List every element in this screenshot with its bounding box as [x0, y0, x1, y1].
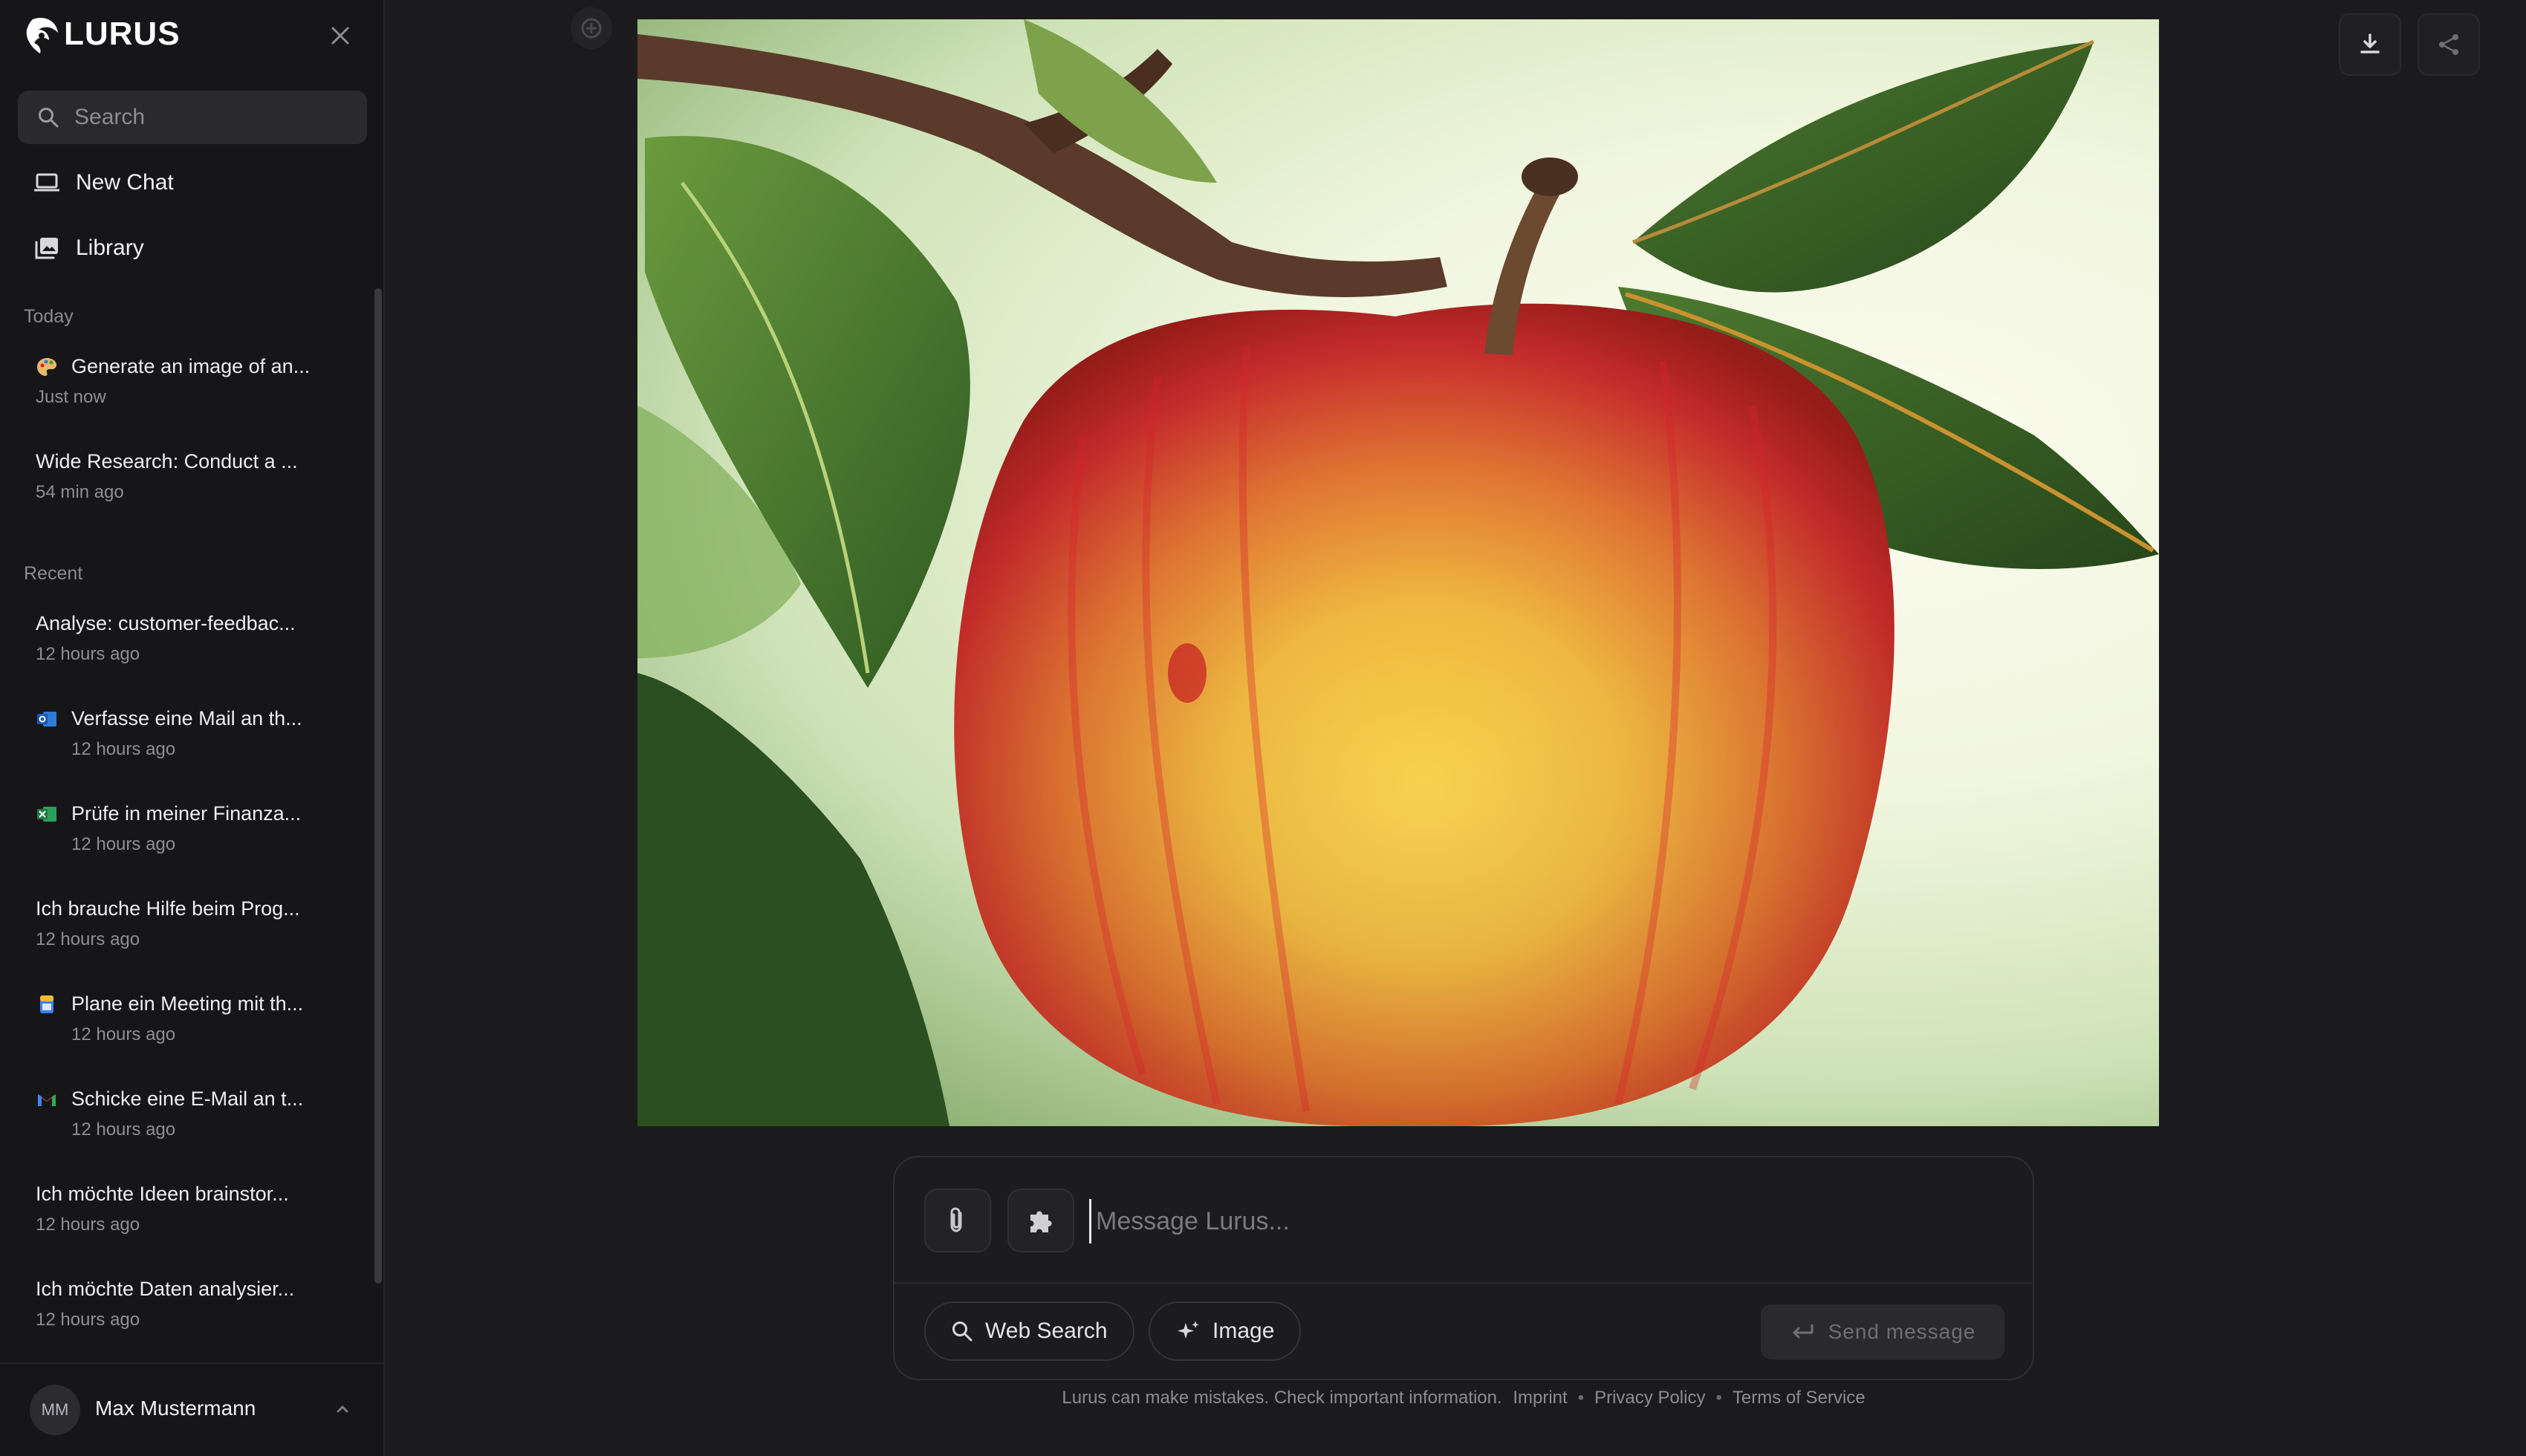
share-button-wrap — [2418, 13, 2480, 76]
chat-item[interactable]: Plane ein Meeting mit th... 12 hours ago — [36, 992, 348, 1045]
chat-item[interactable]: Generate an image of an... Just now — [36, 355, 348, 408]
message-input[interactable] — [1089, 1199, 1981, 1244]
message-composer: Web Search Image Send message — [893, 1156, 2034, 1380]
search-placeholder: Search — [74, 105, 146, 129]
lurus-logo-icon — [26, 18, 58, 53]
separator-dot: • — [1577, 1388, 1585, 1408]
send-message-label: Send message — [1828, 1320, 1976, 1343]
chat-title: Ich möchte Ideen brainstor... — [36, 1183, 289, 1205]
close-sidebar-button[interactable] — [325, 21, 355, 51]
chat-time: 54 min ago — [36, 482, 124, 502]
chat-title: Schicke eine E-Mail an t... — [71, 1088, 304, 1110]
search-icon — [952, 1322, 973, 1342]
generated-image[interactable] — [637, 19, 2159, 1126]
laptop-icon — [34, 173, 59, 192]
chat-item[interactable]: Analyse: customer-feedbac... 12 hours ag… — [36, 612, 348, 665]
sidebar-scrollbar[interactable] — [374, 288, 382, 1284]
chat-time: 12 hours ago — [36, 1215, 140, 1235]
share-icon — [2439, 34, 2458, 55]
chat-time: 12 hours ago — [36, 644, 140, 664]
imprint-link[interactable]: Imprint — [1513, 1388, 1567, 1408]
user-menu[interactable]: MM Max Mustermann — [0, 1362, 383, 1456]
web-search-button[interactable]: Web Search — [924, 1301, 1134, 1361]
chat-time: 12 hours ago — [71, 1119, 176, 1140]
chat-time: Just now — [36, 387, 106, 407]
chat-title: Plane ein Meeting mit th... — [71, 992, 304, 1015]
chat-title: Wide Research: Conduct a ... — [36, 450, 298, 472]
brand-logo[interactable]: LURUS — [22, 13, 181, 55]
share-button[interactable] — [2418, 13, 2480, 76]
chevron-up-icon — [337, 1405, 348, 1413]
paperclip-icon — [950, 1207, 962, 1232]
chat-title: Generate an image of an... — [71, 355, 311, 377]
apple-illustration — [637, 19, 2159, 1126]
chat-time: 12 hours ago — [36, 929, 140, 949]
image-mode-label: Image — [1212, 1319, 1275, 1343]
image-mode-button[interactable]: Image — [1149, 1301, 1302, 1361]
user-name: Max Mustermann — [95, 1397, 256, 1420]
chat-title: Analyse: customer-feedbac... — [36, 612, 296, 634]
chat-title: Ich möchte Daten analysier... — [36, 1278, 295, 1300]
chat-time: 12 hours ago — [36, 1310, 140, 1330]
outlook-icon — [36, 708, 58, 730]
plugins-button[interactable] — [1007, 1189, 1074, 1252]
download-button-wrap — [2339, 13, 2401, 76]
section-label-recent: Recent — [24, 563, 83, 584]
sidebar: LURUS Search New Chat Library Today Gene… — [0, 0, 385, 1456]
calendar-icon — [36, 993, 58, 1015]
avatar: MM — [30, 1385, 80, 1435]
library-button[interactable]: Library — [34, 226, 144, 270]
download-button[interactable] — [2339, 13, 2401, 76]
chat-item[interactable]: Ich brauche Hilfe beim Prog... 12 hours … — [36, 897, 348, 950]
circle-icon — [581, 18, 602, 39]
terms-of-service-link[interactable]: Terms of Service — [1733, 1388, 1866, 1408]
section-label-today: Today — [24, 306, 74, 327]
chat-time: 12 hours ago — [71, 1024, 176, 1044]
new-chat-label: New Chat — [76, 170, 174, 195]
composer-divider — [895, 1282, 2033, 1284]
gmail-icon — [36, 1088, 58, 1111]
separator-dot: • — [1715, 1388, 1722, 1408]
disclaimer-text: Lurus can make mistakes. Check important… — [1062, 1388, 1502, 1408]
search-icon — [39, 108, 59, 128]
chat-title: Verfasse eine Mail an th... — [71, 707, 302, 729]
chat-time: 12 hours ago — [71, 834, 176, 854]
new-chat-button[interactable]: New Chat — [34, 160, 174, 205]
chat-item[interactable]: Verfasse eine Mail an th... 12 hours ago — [36, 707, 348, 760]
search-input[interactable]: Search — [18, 91, 367, 144]
chat-item[interactable]: Schicke eine E-Mail an t... 12 hours ago — [36, 1088, 348, 1140]
download-icon — [2360, 33, 2380, 53]
privacy-policy-link[interactable]: Privacy Policy — [1594, 1388, 1705, 1408]
web-search-label: Web Search — [985, 1319, 1108, 1343]
send-message-button[interactable]: Send message — [1761, 1304, 2004, 1359]
chat-item[interactable]: Ich möchte Daten analysier... 12 hours a… — [36, 1278, 348, 1330]
chat-time: 12 hours ago — [71, 739, 176, 759]
enter-arrow-icon — [1793, 1324, 1814, 1339]
palette-icon — [36, 356, 58, 378]
chat-item[interactable]: Prüfe in meiner Finanza... 12 hours ago — [36, 802, 348, 855]
chat-title: Prüfe in meiner Finanza... — [71, 802, 302, 825]
brand-name: LURUS — [64, 16, 181, 52]
chat-title: Ich brauche Hilfe beim Prog... — [36, 897, 300, 920]
sparkles-icon — [1178, 1321, 1199, 1339]
excel-icon — [36, 803, 58, 825]
library-label: Library — [76, 235, 144, 260]
chat-item[interactable]: Wide Research: Conduct a ... 54 min ago — [36, 450, 348, 503]
attach-button[interactable] — [924, 1189, 991, 1252]
footer: Lurus can make mistakes. Check important… — [893, 1388, 2034, 1408]
library-icon — [35, 238, 58, 259]
close-icon — [331, 27, 349, 45]
ghost-icon-button[interactable] — [571, 7, 612, 49]
puzzle-icon — [1030, 1211, 1052, 1232]
chat-item[interactable]: Ich möchte Ideen brainstor... 12 hours a… — [36, 1183, 348, 1235]
